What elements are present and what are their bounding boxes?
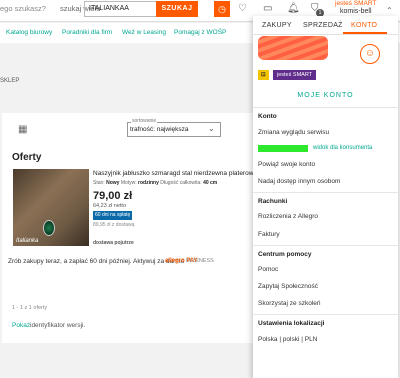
attr-state-label: Stan:	[93, 180, 105, 186]
smart-badge: jesteś SMART	[273, 70, 317, 80]
product-price: 79,00 zł	[93, 190, 133, 202]
nav-link-office-catalog[interactable]: Katalog biurowy	[6, 29, 52, 36]
attr-length-label: Długość całkowita:	[160, 180, 202, 186]
pay-later-promo: Zrób zakupy teraz, a zapłać 60 dni późni…	[8, 258, 185, 265]
nav-link-leasing[interactable]: Weź w Leasing	[122, 29, 166, 36]
menu-allegro-settlements[interactable]: Rozliczenia z Allegro	[258, 213, 318, 220]
nav-link-business-guides[interactable]: Poradniki dla firm	[62, 29, 112, 36]
section-location-settings: Ustawienia lokalizacji	[258, 320, 325, 327]
show-identifier-link[interactable]: Pokaż	[12, 322, 30, 329]
redacted-label	[258, 145, 308, 152]
redacted-user-name	[258, 36, 328, 60]
user-name[interactable]: komis-bell	[340, 8, 372, 15]
menu-ask-community[interactable]: Zapytaj Społeczność	[258, 283, 318, 290]
menu-change-appearance[interactable]: Zmiana wyglądu serwisu	[258, 129, 329, 136]
heart-icon[interactable]: ♡	[238, 3, 247, 14]
pay-business-label[interactable]: BUSINESS	[186, 258, 214, 264]
pagination-summary: 1 - 1 z 1 oferty	[12, 305, 48, 311]
grid-view-icon[interactable]: ▦	[18, 124, 27, 135]
menu-divider	[253, 314, 398, 315]
search-input[interactable]: ego szukasz?	[0, 4, 46, 13]
attr-length-value: 40 cm	[203, 180, 218, 186]
smart-tag: ⊡	[258, 70, 269, 80]
product-attributes: Stan: Nowy Motyw: rodzinny Długość całko…	[93, 180, 217, 186]
attr-pattern-label: Motyw:	[120, 180, 137, 186]
menu-help[interactable]: Pomoc	[258, 266, 278, 273]
tab-account[interactable]: KONTO	[351, 22, 377, 29]
product-watermark: Italianka	[16, 238, 39, 244]
installment-badge: 60 dni na spłatę	[93, 211, 133, 220]
smart-status-label: jesteś SMART	[335, 0, 377, 7]
menu-divider	[253, 192, 398, 193]
search-button[interactable]: SZUKAJ	[156, 1, 198, 17]
menu-divider	[253, 107, 398, 108]
menu-trainings[interactable]: Skorzystaj ze szkoleń	[258, 300, 321, 307]
sort-label: sortowanie	[131, 118, 158, 124]
clock-icon[interactable]: ◷	[214, 1, 230, 17]
menu-divider	[253, 245, 398, 246]
attr-state-value: Nowy	[106, 180, 120, 186]
menu-link-account[interactable]: Powiąż swoje konto	[258, 161, 315, 168]
identifier-text: identyfikator wersji.	[30, 322, 86, 329]
tab-purchases[interactable]: ZAKUPY	[262, 22, 292, 29]
section-account: Konto	[258, 113, 277, 120]
tabs-divider	[253, 34, 398, 35]
my-account-button[interactable]: MOJE KONTO	[258, 92, 393, 99]
section-help-center: Centrum pomocy	[258, 251, 312, 258]
delivery-time: dostawa pojutrze	[93, 240, 134, 246]
offers-heading: Oferty	[12, 152, 42, 163]
bell-icon[interactable]: 🔔︎	[287, 3, 300, 14]
product-title-link[interactable]: Naszyjnik jabłuszko szmaragd stal nierdz…	[93, 170, 261, 177]
menu-grant-access[interactable]: Nadaj dostęp innym osobom	[258, 178, 340, 185]
section-billing: Rachunki	[258, 198, 288, 205]
menu-locale[interactable]: Polska | polski | PLN	[258, 336, 317, 343]
tab-sales[interactable]: SPRZEDAŻ	[303, 22, 343, 29]
attr-pattern-value: rodzinny	[138, 180, 159, 186]
chat-icon[interactable]: ▭	[263, 3, 272, 14]
nav-link-wosp[interactable]: Pomagaj z WOŚP	[174, 29, 226, 36]
product-pendant	[43, 220, 55, 236]
chevron-up-icon[interactable]: ⌃	[386, 6, 393, 15]
product-net-price: 64,23 zł netto	[93, 203, 127, 209]
user-avatar-icon[interactable]: ☺	[360, 44, 380, 64]
menu-invoices[interactable]: Faktury	[258, 231, 280, 238]
breadcrumb[interactable]: SKLEP	[0, 78, 19, 84]
price-with-delivery: 89,95 zł z dostawą	[93, 222, 135, 228]
sort-value[interactable]: trafność: największa	[130, 126, 189, 133]
chevron-down-icon[interactable]: ⌄	[208, 124, 215, 133]
consumer-view-link[interactable]: widok dla konsumenta	[313, 145, 372, 151]
